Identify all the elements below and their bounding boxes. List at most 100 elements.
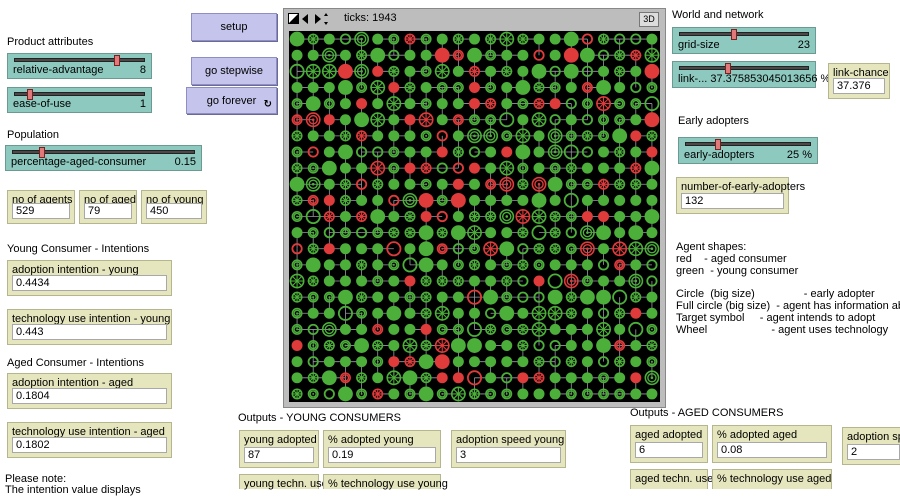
young-agent	[598, 275, 610, 287]
young-agent	[418, 241, 434, 257]
early-adopters-heading: Early adopters	[678, 115, 749, 127]
young-agent	[370, 47, 386, 63]
percentage-aged-slider[interactable]: percentage-aged-consumer 0.15	[5, 145, 202, 171]
young-agent	[517, 98, 529, 110]
young-agent	[388, 259, 400, 271]
go-forever-button[interactable]: go forever ↻	[186, 87, 277, 114]
young-agent	[307, 340, 319, 352]
young-agent	[646, 227, 658, 239]
young-agent	[517, 388, 529, 400]
young-agent	[372, 372, 384, 384]
forever-icon: ↻	[263, 99, 272, 110]
view-toolbar: ticks: 1943 3D	[284, 9, 665, 29]
agent-world[interactable]	[289, 31, 660, 402]
young-agent	[370, 112, 386, 128]
young-agent	[388, 130, 400, 142]
young-agent	[533, 259, 545, 271]
monitor-value: 87	[244, 447, 314, 463]
relative-advantage-slider[interactable]: relative-advantage 8	[7, 53, 152, 79]
young-agent	[614, 372, 626, 384]
slider-handle[interactable]	[114, 55, 120, 66]
monitor-value: 2	[847, 444, 900, 460]
young-agent	[547, 176, 563, 192]
young-agent	[614, 275, 626, 287]
young-agent	[469, 211, 480, 222]
young-agent	[370, 80, 386, 95]
young-agent	[581, 372, 593, 384]
aged-agent	[307, 194, 319, 206]
slider-track	[14, 92, 145, 96]
young-agent	[646, 356, 658, 368]
young-agent	[452, 65, 464, 77]
adoption-speed-aged-monitor: adoption spe2	[842, 427, 900, 465]
young-agent	[501, 259, 513, 271]
young-agent	[533, 146, 545, 158]
young-agent	[598, 33, 610, 45]
slider-name: grid-size	[678, 39, 720, 51]
young-agent	[339, 243, 351, 255]
young-agent	[307, 243, 319, 255]
outputs-aged-heading: Outputs - AGED CONSUMERS	[630, 407, 784, 419]
young-agent	[598, 372, 610, 384]
aged-agent	[630, 162, 642, 174]
young-agent	[517, 323, 529, 335]
go-stepwise-button[interactable]: go stepwise	[191, 57, 277, 85]
aged-agent	[469, 98, 480, 110]
young-agent	[614, 227, 626, 239]
young-agent	[501, 194, 513, 206]
young-agent	[533, 356, 545, 368]
slider-value: 23	[797, 39, 810, 51]
young-agent	[628, 225, 644, 241]
monitor-name: % technology use aged	[717, 473, 832, 485]
view-3d-button[interactable]: 3D	[639, 12, 659, 27]
young-agent	[628, 273, 644, 289]
no-of-agents-monitor: no of agents 529	[7, 190, 75, 224]
young-agent	[420, 291, 432, 303]
young-agent	[402, 338, 418, 353]
early-adopters-slider[interactable]: early-adopters 25 %	[678, 137, 818, 164]
aged-agent	[420, 323, 432, 335]
aged-agent	[452, 49, 464, 61]
ease-of-use-slider[interactable]: ease-of-use 1	[7, 87, 152, 113]
young-agent	[563, 31, 579, 47]
young-agent	[452, 291, 464, 303]
population-heading: Population	[7, 129, 59, 141]
monitor-value: 450	[146, 203, 202, 219]
young-agent	[565, 130, 577, 142]
aged-agent	[630, 307, 642, 319]
aged-agent	[579, 241, 595, 257]
young-agent	[291, 291, 303, 303]
aged-agent	[485, 178, 497, 190]
please-note-cut-text: The intention value displays	[5, 484, 141, 496]
grid-size-slider[interactable]: grid-size 23	[672, 27, 816, 54]
view-controls-icon[interactable]	[288, 13, 328, 25]
young-agent	[485, 388, 497, 400]
young-agent	[549, 49, 561, 61]
aged-agent	[291, 114, 303, 126]
pct-tech-use-aged-monitor: % technology use aged	[712, 469, 832, 489]
monitor-value: 0.4434	[12, 275, 167, 291]
slider-handle[interactable]	[731, 29, 738, 40]
young-agent	[485, 275, 497, 287]
setup-button[interactable]: setup	[191, 13, 277, 41]
young-agent	[485, 227, 497, 239]
young-agent	[356, 259, 368, 271]
young-agent	[291, 388, 303, 400]
young-agent	[547, 144, 563, 160]
tech-use-intention-aged-monitor: technology use intention - aged 0.1802	[7, 422, 172, 458]
young-agent	[418, 225, 434, 241]
young-agent	[467, 225, 482, 241]
young-agent	[307, 291, 319, 303]
young-agent	[499, 209, 515, 224]
young-agent	[356, 388, 368, 400]
link-chance-slider[interactable]: link-... 37.375853045013656 %	[672, 61, 830, 88]
young-agent	[630, 65, 642, 77]
young-agent	[452, 275, 464, 287]
slider-value: 25 %	[786, 149, 812, 161]
young-agent	[515, 80, 531, 95]
aged-agent	[305, 112, 321, 128]
slider-track	[679, 32, 809, 36]
outputs-young-heading: Outputs - YOUNG CONSUMERS	[238, 412, 401, 424]
aged-agent	[388, 81, 400, 93]
young-agent	[598, 388, 610, 400]
